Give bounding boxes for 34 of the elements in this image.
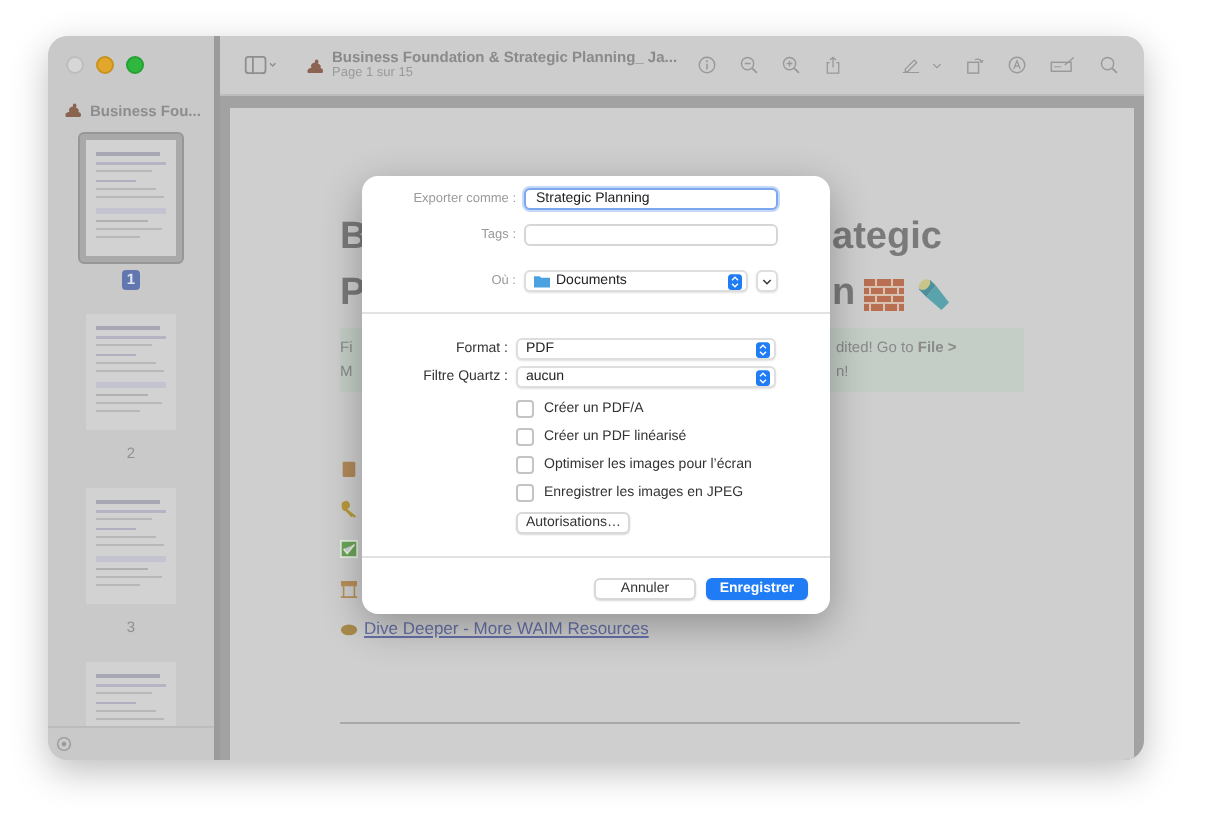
folder-icon <box>534 274 550 288</box>
add-icon[interactable] <box>56 736 72 752</box>
search-icon[interactable] <box>1099 56 1118 74</box>
close-window-button[interactable] <box>66 56 84 74</box>
rotate-icon[interactable] <box>965 56 984 74</box>
checkbox[interactable] <box>516 456 534 474</box>
info-icon[interactable] <box>697 56 716 74</box>
zoom-in-icon[interactable] <box>781 56 800 74</box>
checkbox[interactable] <box>516 400 534 418</box>
checkbox[interactable] <box>516 484 534 502</box>
pen-icon[interactable] <box>901 56 920 74</box>
tags-field[interactable] <box>524 224 778 246</box>
form-fill-icon[interactable] <box>1049 56 1076 74</box>
pile-icon <box>64 102 82 118</box>
heading-fragment: ategic <box>832 216 942 260</box>
stepper-icon <box>728 273 742 289</box>
share-icon[interactable] <box>823 56 842 74</box>
stepper-icon <box>756 369 770 385</box>
pile-icon <box>306 57 324 73</box>
chevron-down-icon[interactable] <box>931 61 942 69</box>
check-icon <box>340 539 358 557</box>
heading-fragment: n <box>832 272 856 316</box>
page-thumbnail[interactable] <box>78 132 184 264</box>
markup-icon[interactable] <box>1007 56 1026 74</box>
checkbox[interactable] <box>516 428 534 446</box>
brick-wall-icon <box>863 277 904 311</box>
chevron-down-icon <box>762 277 772 285</box>
sidebar-toggle-icon[interactable] <box>244 56 278 74</box>
key-icon <box>340 499 358 517</box>
expand-button[interactable] <box>756 270 778 292</box>
zoom-window-button[interactable] <box>126 56 144 74</box>
stepper-icon <box>756 341 770 357</box>
minimize-window-button[interactable] <box>96 56 114 74</box>
zoom-out-icon[interactable] <box>739 56 758 74</box>
